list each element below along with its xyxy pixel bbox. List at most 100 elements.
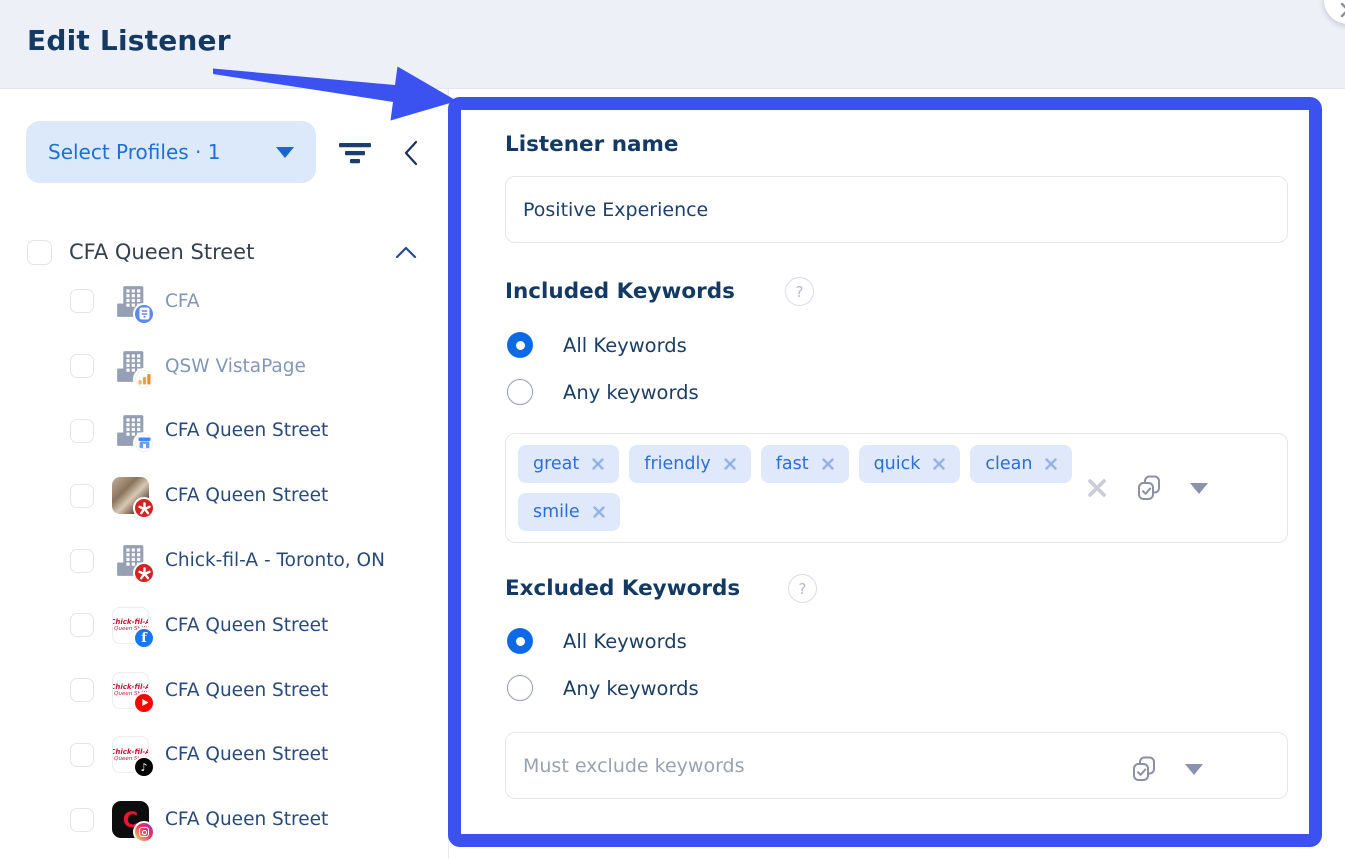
excluded-help-button[interactable]: ? [788,574,817,603]
listener-name-input[interactable] [505,176,1288,243]
chevron-left-icon [403,139,419,167]
yelp-badge-icon [133,497,155,519]
profile-list-item[interactable]: CFA Queen Street [0,463,449,528]
radio-option-label: Any keywords [563,381,699,404]
clear-x-icon [1086,477,1108,499]
keyword-chip: great [518,445,619,483]
profile-list-item[interactable]: Chick-fil-AQueen St W♪ CFA Queen Street [0,723,449,788]
collapse-sidebar-button[interactable] [396,137,426,169]
remove-keyword-icon[interactable] [933,458,945,470]
keyword-chip: smile [518,493,620,531]
radio-option-label: Any keywords [563,677,699,700]
profile-name: Chick-fil-A - Toronto, ON [165,550,385,571]
profile-checkbox[interactable] [70,808,94,832]
radio-icon[interactable] [507,332,533,358]
profile-checkbox[interactable] [70,678,94,702]
profile-list: CFA QSW VistaPage CFA Queen Street CFA Q… [0,269,449,852]
profile-avatar: Chick-fil-AQueen St W [112,672,149,709]
radio-icon[interactable] [507,628,533,654]
tiktok-badge-icon: ♪ [133,756,155,778]
remove-keyword-icon[interactable] [724,458,736,470]
profile-name: CFA Queen Street [165,615,328,636]
group-label: CFA Queen Street [69,240,254,264]
keywords-dropdown-icon[interactable] [1190,483,1208,494]
analytics-badge-icon [133,368,155,390]
clear-keywords-button[interactable] [1086,477,1108,499]
keyword-chip-label: great [533,454,579,474]
profile-checkbox[interactable] [70,743,94,767]
radio-option-label: All Keywords [563,630,687,653]
profile-checkbox[interactable] [70,419,94,443]
profile-list-item[interactable]: QSW VistaPage [0,334,449,399]
included-help-button[interactable]: ? [785,277,814,306]
profile-avatar: Chick-fil-AQueen St Wf [112,607,149,644]
copy-check-icon [1134,473,1164,503]
listener-name-label: Listener name [505,132,679,157]
profile-list-item[interactable]: CFA Queen Street [0,399,449,464]
included-keywords-heading: Included Keywords [505,279,735,304]
profile-list-item[interactable]: Chick-fil-AQueen St W CFA Queen Street [0,658,449,723]
chevron-down-icon [276,147,294,158]
remove-keyword-icon[interactable] [1045,458,1057,470]
keyword-chip: clean [970,445,1072,483]
group-checkbox[interactable] [27,240,52,265]
filter-button[interactable] [336,137,374,169]
keyword-chip-label: fast [776,454,809,474]
close-icon [1339,1,1345,19]
keyword-chip: friendly [629,445,750,483]
excluded-any-keywords-option[interactable]: Any keywords [507,675,699,701]
select-profiles-label: Select Profiles · 1 [48,140,220,164]
profile-avatar [112,412,149,449]
listener-edit-panel: Listener name Included Keywords ? All Ke… [448,97,1322,847]
question-mark-icon: ? [796,283,804,301]
filter-icon [338,142,372,164]
profile-name: CFA Queen Street [165,744,328,765]
profile-avatar [112,283,149,320]
profile-avatar: Chick-fil-AQueen St W♪ [112,736,149,773]
copy-keywords-button[interactable] [1134,473,1164,503]
profile-checkbox[interactable] [70,484,94,508]
profile-checkbox[interactable] [70,613,94,637]
profile-checkbox[interactable] [70,289,94,313]
remove-keyword-icon[interactable] [592,458,604,470]
excluded-all-keywords-option[interactable]: All Keywords [507,628,687,654]
profile-avatar: C [112,801,149,838]
profile-list-item[interactable]: Chick-fil-A - Toronto, ON [0,528,449,593]
top-header-bar: Edit Listener [0,0,1345,89]
excluded-dropdown-icon[interactable] [1185,764,1203,775]
profile-name: CFA [165,291,200,312]
copy-check-icon [1129,754,1159,784]
profile-checkbox[interactable] [70,354,94,378]
excluded-keywords-heading: Excluded Keywords [505,576,740,601]
facebook-badge-icon: f [133,627,155,649]
profile-avatar [112,477,149,514]
remove-keyword-icon[interactable] [593,506,605,518]
included-any-keywords-option[interactable]: Any keywords [507,379,699,405]
google-business-badge-icon [133,432,155,454]
question-mark-icon: ? [799,580,807,598]
copy-excluded-button[interactable] [1129,754,1159,784]
remove-keyword-icon[interactable] [822,458,834,470]
profile-name: CFA Queen Street [165,485,328,506]
profile-list-item[interactable]: C CFA Queen Street [0,787,449,852]
radio-option-label: All Keywords [563,334,687,357]
instagram-badge-icon [133,821,155,843]
profile-list-item[interactable]: CFA [0,269,449,334]
profile-avatar [112,348,149,385]
profile-name: CFA Queen Street [165,680,328,701]
profile-group-row[interactable]: CFA Queen Street [0,232,449,272]
listing-document-badge-icon [133,303,155,325]
yelp-badge-icon [133,562,155,584]
profile-name: QSW VistaPage [165,356,306,377]
profile-checkbox[interactable] [70,549,94,573]
keyword-chip: fast [761,445,849,483]
included-all-keywords-option[interactable]: All Keywords [507,332,687,358]
profile-avatar [112,542,149,579]
profile-list-item[interactable]: Chick-fil-AQueen St Wf CFA Queen Street [0,593,449,658]
chevron-up-icon[interactable] [395,246,417,259]
radio-icon[interactable] [507,379,533,405]
keyword-chip-label: smile [533,502,580,522]
radio-icon[interactable] [507,675,533,701]
select-profiles-button[interactable]: Select Profiles · 1 [26,121,316,183]
keyword-chip: quick [859,445,961,483]
